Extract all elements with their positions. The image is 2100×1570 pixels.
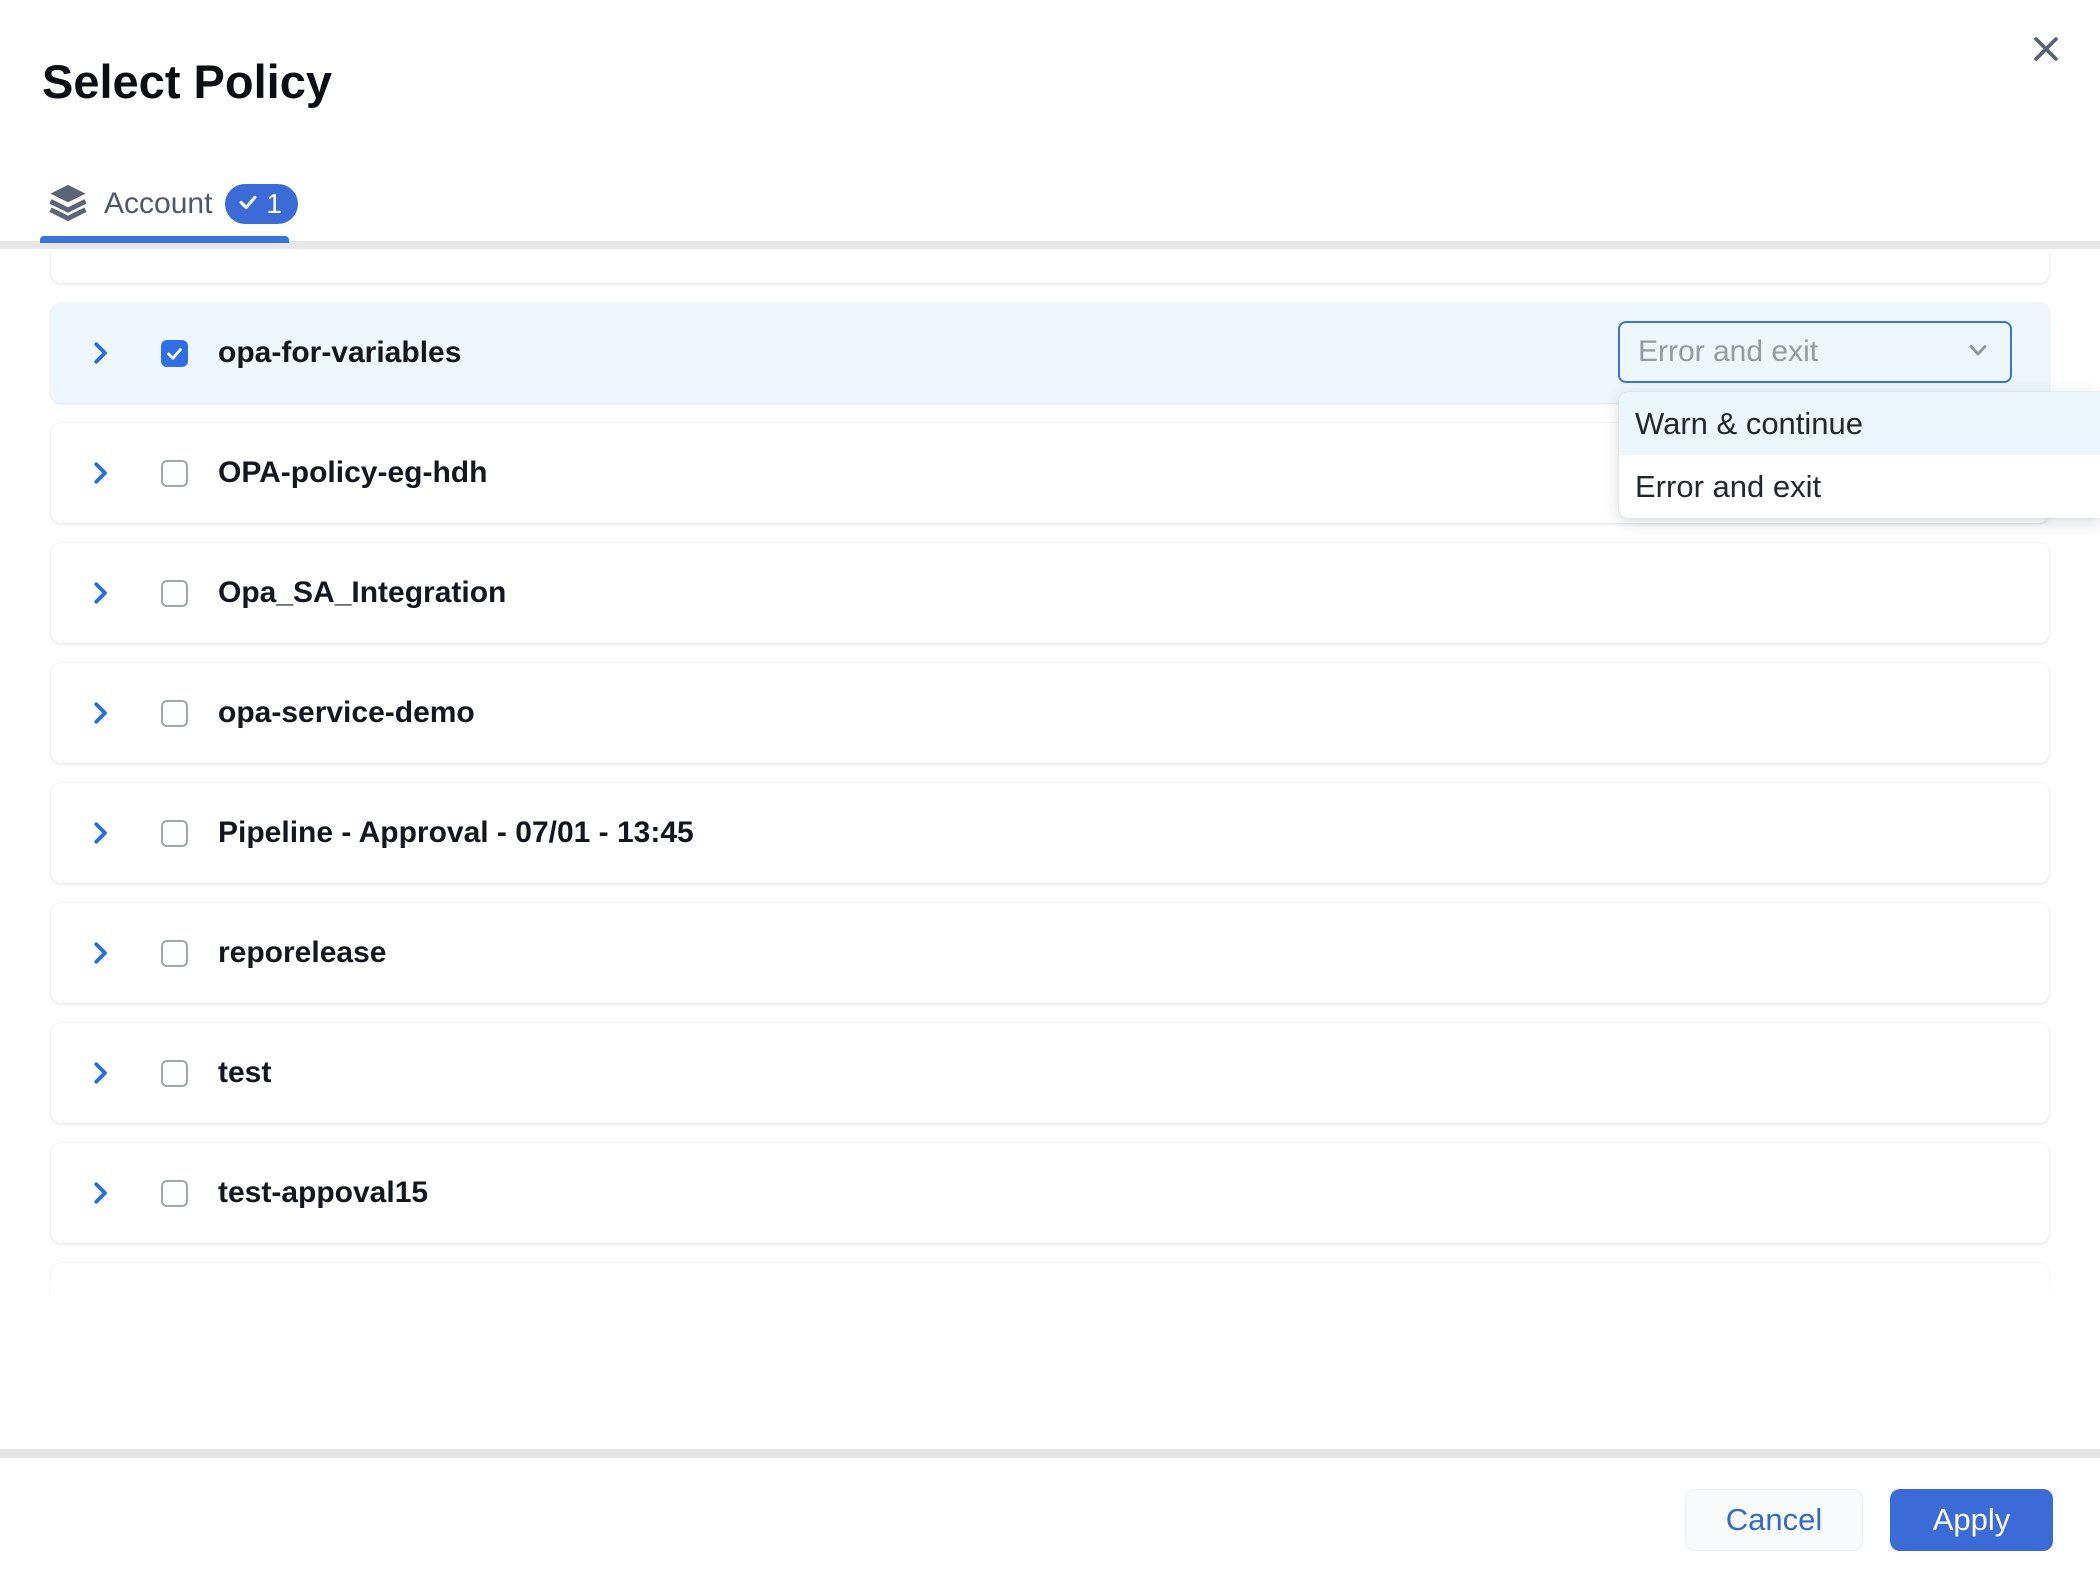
policy-checkbox[interactable] [161, 1180, 188, 1207]
expand-chevron-icon[interactable] [85, 818, 115, 848]
cancel-button[interactable]: Cancel [1685, 1489, 1863, 1551]
policy-row[interactable]: reporelease [51, 903, 2049, 1003]
policy-label: opa-service-demo [218, 696, 475, 730]
tab-account-label: Account [104, 187, 212, 221]
expand-chevron-icon[interactable] [85, 578, 115, 608]
policy-checkbox[interactable] [161, 940, 188, 967]
check-icon [237, 188, 259, 220]
expand-chevron-icon[interactable] [85, 938, 115, 968]
policy-label: opa-for-variables [218, 336, 461, 370]
policy-checkbox[interactable] [161, 1060, 188, 1087]
chevron-down-icon [1964, 336, 1992, 369]
select-policy-dialog: Select Policy Account 1 [0, 0, 2100, 1570]
policy-row[interactable]: test [51, 1023, 2049, 1123]
page-title: Select Policy [42, 54, 332, 109]
close-button[interactable] [2022, 26, 2070, 74]
close-icon [2029, 32, 2063, 69]
dropdown-option[interactable]: Warn & continue [1619, 392, 2100, 455]
dropdown-option[interactable]: Error and exit [1619, 455, 2100, 518]
policy-label: Opa_SA_Integration [218, 576, 506, 610]
policy-label: Pipeline - Approval - 07/01 - 13:45 [218, 816, 694, 850]
apply-button[interactable]: Apply [1890, 1489, 2053, 1551]
policy-row[interactable]: Pipeline - Approval - 07/01 - 13:45 [51, 783, 2049, 883]
tab-account[interactable]: Account 1 [45, 180, 298, 228]
scroll-fade [45, 1272, 2055, 1312]
expand-chevron-icon[interactable] [85, 1058, 115, 1088]
expand-chevron-icon[interactable] [85, 458, 115, 488]
policy-label: OPA-policy-eg-hdh [218, 456, 487, 490]
policy-label: test [218, 1056, 271, 1090]
badge-count: 1 [266, 188, 282, 220]
policy-label: reporelease [218, 936, 386, 970]
policy-checkbox[interactable] [161, 460, 188, 487]
active-tab-indicator [40, 236, 289, 243]
expand-chevron-icon[interactable] [85, 338, 115, 368]
action-dropdown-menu: Warn & continue Error and exit [1619, 392, 2100, 518]
layers-icon [45, 181, 91, 228]
policy-checkbox[interactable] [161, 820, 188, 847]
tabbar-divider [0, 241, 2100, 249]
expand-chevron-icon[interactable] [85, 698, 115, 728]
policy-checkbox[interactable] [161, 700, 188, 727]
action-select-value: Error and exit [1638, 335, 1964, 369]
selected-count-badge: 1 [225, 184, 298, 224]
policy-row[interactable]: Opa_SA_Integration [51, 543, 2049, 643]
policy-label: test-appoval15 [218, 1176, 428, 1210]
expand-chevron-icon[interactable] [85, 1178, 115, 1208]
policy-row[interactable]: opa-service-demo [51, 663, 2049, 763]
policy-row[interactable]: test-appoval15 [51, 1143, 2049, 1243]
policy-checkbox[interactable] [161, 340, 188, 367]
footer-divider [0, 1449, 2100, 1458]
action-select[interactable]: Error and exit [1618, 321, 2012, 383]
policy-checkbox[interactable] [161, 580, 188, 607]
partial-row-top [51, 250, 2049, 283]
